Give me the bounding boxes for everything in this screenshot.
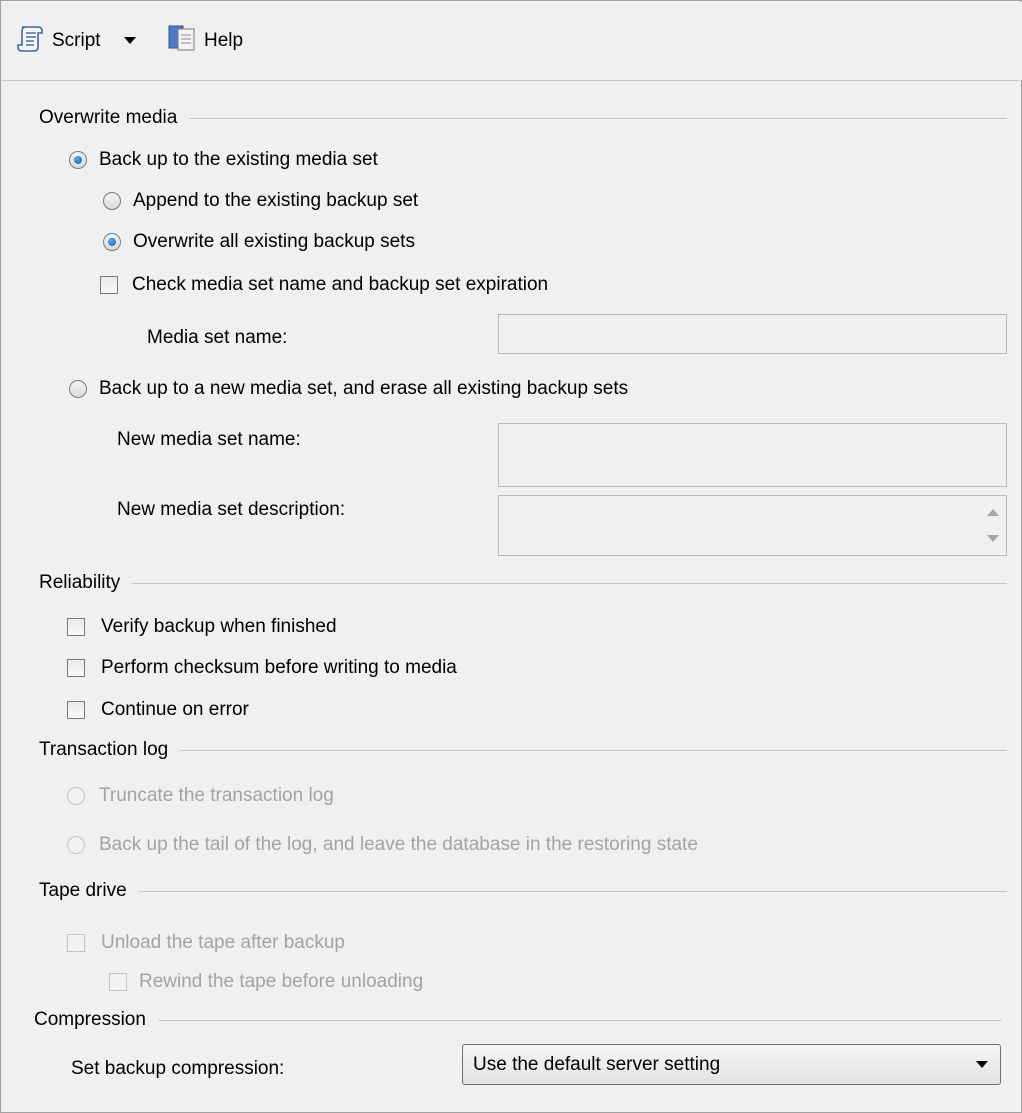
new-media-set-option[interactable]: Back up to a new media set, and erase al… bbox=[69, 376, 628, 402]
append-backup-set-option[interactable]: Append to the existing backup set bbox=[103, 188, 418, 214]
new-media-set-radio[interactable] bbox=[69, 380, 87, 398]
verify-backup-option[interactable]: Verify backup when finished bbox=[67, 614, 337, 640]
truncate-log-option[interactable]: Truncate the transaction log bbox=[67, 783, 334, 809]
compression-header: Compression bbox=[34, 1007, 1002, 1033]
continue-on-error-checkbox[interactable] bbox=[67, 701, 85, 719]
separator bbox=[189, 117, 1007, 119]
tape-drive-title: Tape drive bbox=[39, 880, 127, 901]
truncate-log-label: Truncate the transaction log bbox=[99, 785, 334, 806]
backup-options-page: Script Help Overwrite media Back up to t… bbox=[0, 0, 1022, 1113]
compression-title: Compression bbox=[34, 1009, 146, 1030]
scroll-down-icon[interactable] bbox=[987, 535, 999, 542]
existing-media-set-radio[interactable] bbox=[69, 151, 87, 169]
backup-compression-select[interactable]: Use the default server setting bbox=[462, 1044, 1001, 1085]
new-media-set-name-label: New media set name: bbox=[117, 429, 301, 450]
existing-media-set-label: Back up to the existing media set bbox=[99, 149, 378, 170]
truncate-log-radio[interactable] bbox=[67, 787, 85, 805]
chevron-down-icon bbox=[123, 30, 137, 52]
script-button[interactable]: Script bbox=[16, 24, 101, 58]
continue-on-error-label: Continue on error bbox=[101, 699, 249, 720]
check-media-set-checkbox[interactable] bbox=[100, 276, 118, 294]
overwrite-media-header: Overwrite media bbox=[39, 105, 1007, 131]
tail-log-radio[interactable] bbox=[67, 836, 85, 854]
separator bbox=[180, 749, 1007, 751]
unload-tape-label: Unload the tape after backup bbox=[101, 932, 346, 953]
new-media-set-name-input[interactable] bbox=[498, 423, 1007, 487]
unload-tape-checkbox[interactable] bbox=[67, 934, 85, 952]
description-scrollbar[interactable] bbox=[979, 497, 1005, 554]
toolbar: Script Help bbox=[2, 2, 1022, 81]
separator bbox=[132, 582, 1007, 584]
script-label: Script bbox=[52, 30, 101, 51]
overwrite-backup-sets-radio[interactable] bbox=[103, 233, 121, 251]
script-icon bbox=[16, 23, 46, 59]
verify-backup-label: Verify backup when finished bbox=[101, 616, 337, 637]
help-label: Help bbox=[204, 30, 244, 51]
tape-drive-header: Tape drive bbox=[39, 878, 1007, 904]
append-backup-set-label: Append to the existing backup set bbox=[133, 190, 419, 211]
unload-tape-option[interactable]: Unload the tape after backup bbox=[67, 930, 345, 956]
help-button[interactable]: Help bbox=[166, 24, 243, 58]
overwrite-backup-sets-option[interactable]: Overwrite all existing backup sets bbox=[103, 229, 415, 255]
rewind-tape-label: Rewind the tape before unloading bbox=[139, 971, 424, 992]
reliability-title: Reliability bbox=[39, 572, 121, 593]
backup-compression-label: Set backup compression: bbox=[71, 1058, 285, 1079]
rewind-tape-option[interactable]: Rewind the tape before unloading bbox=[109, 969, 423, 995]
check-media-set-label: Check media set name and backup set expi… bbox=[132, 274, 549, 295]
reliability-header: Reliability bbox=[39, 570, 1007, 596]
check-media-set-option[interactable]: Check media set name and backup set expi… bbox=[100, 272, 548, 298]
media-set-name-label: Media set name: bbox=[147, 327, 288, 348]
rewind-tape-checkbox[interactable] bbox=[109, 973, 127, 991]
overwrite-media-title: Overwrite media bbox=[39, 107, 178, 128]
script-dropdown-button[interactable] bbox=[123, 24, 137, 58]
checksum-option[interactable]: Perform checksum before writing to media bbox=[67, 655, 457, 681]
chevron-down-icon[interactable] bbox=[976, 1061, 988, 1068]
append-backup-set-radio[interactable] bbox=[103, 192, 121, 210]
help-icon bbox=[166, 23, 198, 59]
media-set-name-input[interactable] bbox=[498, 314, 1007, 354]
overwrite-backup-sets-label: Overwrite all existing backup sets bbox=[133, 231, 415, 252]
verify-backup-checkbox[interactable] bbox=[67, 618, 85, 636]
transaction-log-title: Transaction log bbox=[39, 739, 169, 760]
tail-log-label: Back up the tail of the log, and leave t… bbox=[99, 834, 698, 855]
tail-log-option[interactable]: Back up the tail of the log, and leave t… bbox=[67, 832, 698, 858]
continue-on-error-option[interactable]: Continue on error bbox=[67, 697, 249, 723]
transaction-log-header: Transaction log bbox=[39, 737, 1007, 763]
existing-media-set-option[interactable]: Back up to the existing media set bbox=[69, 147, 378, 173]
separator bbox=[138, 890, 1007, 892]
new-media-set-label: Back up to a new media set, and erase al… bbox=[99, 378, 629, 399]
new-media-set-description-label: New media set description: bbox=[117, 499, 346, 520]
separator bbox=[157, 1019, 1002, 1021]
new-media-set-description-input[interactable] bbox=[498, 495, 1007, 556]
backup-compression-value: Use the default server setting bbox=[473, 1053, 721, 1075]
scroll-up-icon[interactable] bbox=[987, 509, 999, 516]
checksum-label: Perform checksum before writing to media bbox=[101, 657, 457, 678]
checksum-checkbox[interactable] bbox=[67, 659, 85, 677]
